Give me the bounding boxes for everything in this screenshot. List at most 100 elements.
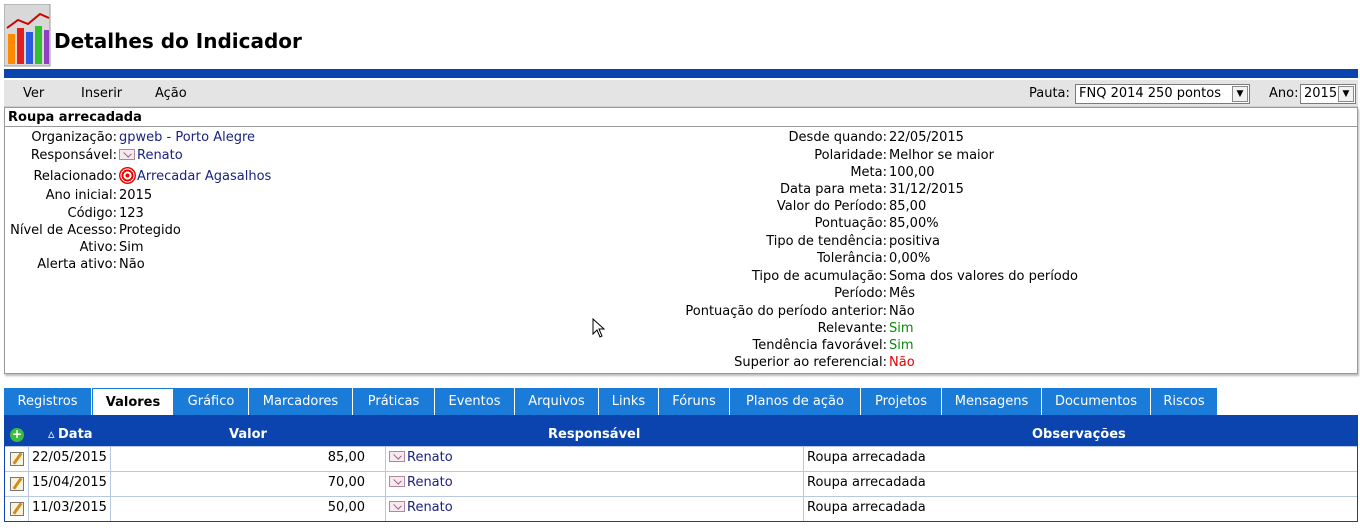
detail-label: Valor do Período:	[776, 199, 887, 214]
detail-value: 123	[119, 206, 144, 221]
detail-row-responsavel: Responsável: Renato	[5, 148, 405, 165]
detail-row-superior-referencial: Superior ao referencial: Não	[605, 355, 1205, 372]
detail-row-pontuacao: Pontuação: 85,00%	[605, 216, 1205, 233]
tab-eventos[interactable]: Eventos	[435, 388, 515, 415]
detail-label: Código:	[67, 206, 117, 221]
detail-label: Relevante:	[817, 321, 887, 336]
detail-label: Superior ao referencial:	[734, 355, 887, 370]
detail-label: Tipo de tendência:	[766, 234, 887, 249]
cell-data: 22/05/2015	[28, 447, 110, 471]
edit-icon[interactable]	[10, 452, 24, 466]
responsible-link[interactable]: Renato	[407, 475, 453, 490]
related-objective-link[interactable]: Arrecadar Agasalhos	[119, 167, 271, 184]
detail-row-nivel-acesso: Nível de Acesso: Protegido	[5, 223, 405, 240]
cell-observacoes: Roupa arrecadada	[803, 447, 1357, 471]
detail-row-tipo-acumulacao: Tipo de acumulação: Soma dos valores do …	[605, 269, 1205, 286]
header-divider	[4, 69, 1358, 78]
responsible-link[interactable]: Renato	[407, 450, 453, 465]
tab-registros[interactable]: Registros	[4, 388, 92, 415]
tab-documentos[interactable]: Documentos	[1042, 388, 1151, 415]
detail-value: Sim	[119, 240, 144, 255]
menu-ver[interactable]: Ver	[23, 86, 44, 101]
detail-row-codigo: Código: 123	[5, 206, 405, 223]
pauta-select[interactable]: FNQ 2014 250 pontos ▼	[1075, 84, 1250, 104]
pauta-label: Pauta:	[1029, 86, 1070, 101]
tab-grafico[interactable]: Gráfico	[174, 388, 249, 415]
tab-mensagens[interactable]: Mensagens	[942, 388, 1042, 415]
detail-row-tendencia-favoravel: Tendência favorável: Sim	[605, 338, 1205, 355]
detail-label: Tolerância:	[817, 251, 887, 266]
user-mail-icon	[119, 149, 135, 160]
column-header-observacoes[interactable]: Observações	[1032, 427, 1126, 442]
detail-row-desde-quando: Desde quando: 22/05/2015	[605, 130, 1205, 147]
detail-value: Melhor se maior	[889, 148, 994, 163]
cell-observacoes: Roupa arrecadada	[803, 497, 1357, 521]
detail-value: Mês	[889, 286, 915, 301]
detail-row-alerta-ativo: Alerta ativo: Não	[5, 257, 405, 274]
detail-row-tolerancia: Tolerância: 0,00%	[605, 251, 1205, 268]
detail-label: Ano inicial:	[45, 188, 117, 203]
column-header-responsavel[interactable]: Responsável	[548, 427, 640, 442]
responsible-link[interactable]: Renato	[407, 500, 453, 515]
responsible-link[interactable]: Renato	[119, 148, 183, 163]
indicator-name: Roupa arrecadada	[5, 108, 1357, 127]
target-icon	[119, 167, 136, 184]
cell-responsavel: Renato	[385, 497, 803, 521]
tab-planos-acao[interactable]: Planos de ação	[730, 388, 861, 415]
table-row: 15/04/2015 70,00 Renato Roupa arrecadada	[5, 471, 1357, 496]
detail-value: Sim	[889, 321, 914, 336]
detail-label: Desde quando:	[788, 130, 887, 145]
detail-row-data-meta: Data para meta: 31/12/2015	[605, 182, 1205, 199]
cell-valor: 85,00	[110, 447, 385, 471]
tab-arquivos[interactable]: Arquivos	[515, 388, 599, 415]
tab-foruns[interactable]: Fóruns	[659, 388, 730, 415]
cell-data: 11/03/2015	[28, 497, 110, 521]
page-header: Detalhes do Indicador	[4, 4, 1356, 70]
detail-label: Ativo:	[79, 240, 117, 255]
user-mail-icon	[389, 476, 405, 487]
detail-row-ano-inicial: Ano inicial: 2015	[5, 188, 405, 205]
detail-row-tipo-tendencia: Tipo de tendência: positiva	[605, 234, 1205, 251]
mouse-cursor-icon	[592, 318, 606, 338]
column-header-data[interactable]: Data	[58, 427, 93, 442]
sort-asc-icon[interactable]: ▵	[48, 427, 55, 442]
tab-marcadores[interactable]: Marcadores	[249, 388, 353, 415]
menu-acao[interactable]: Ação	[155, 86, 187, 101]
indicator-details: Roupa arrecadada Organização: gpweb - Po…	[4, 107, 1358, 374]
detail-label: Nível de Acesso:	[10, 223, 117, 238]
detail-value: 85,00	[889, 199, 927, 214]
organization-link[interactable]: gpweb - Porto Alegre	[119, 130, 255, 145]
detail-row-meta: Meta: 100,00	[605, 165, 1205, 182]
column-header-valor[interactable]: Valor	[229, 427, 267, 442]
tab-valores[interactable]: Valores	[92, 388, 174, 415]
detail-label: Pontuação:	[814, 216, 887, 231]
detail-value: 0,00%	[889, 251, 931, 266]
edit-icon[interactable]	[10, 477, 24, 491]
detail-label: Tendência favorável:	[752, 338, 887, 353]
ano-select[interactable]: 2015 ▼	[1300, 84, 1356, 104]
tab-links[interactable]: Links	[599, 388, 659, 415]
detail-value: Protegido	[119, 223, 181, 238]
menu-inserir[interactable]: Inserir	[81, 86, 122, 101]
edit-icon[interactable]	[10, 502, 24, 516]
detail-value: 31/12/2015	[889, 182, 964, 197]
detail-label: Meta:	[850, 165, 887, 180]
ano-select-value: 2015	[1304, 86, 1338, 101]
detail-value: Sim	[889, 338, 914, 353]
tab-praticas[interactable]: Práticas	[353, 388, 435, 415]
tab-projetos[interactable]: Projetos	[861, 388, 942, 415]
page-title: Detalhes do Indicador	[54, 29, 302, 53]
detail-row-pontuacao-anterior: Pontuação do período anterior: Não	[605, 304, 1205, 321]
detail-value: 100,00	[889, 165, 935, 180]
pauta-select-value: FNQ 2014 250 pontos	[1079, 86, 1221, 101]
cell-responsavel: Renato	[385, 447, 803, 471]
detail-row-periodo: Período: Mês	[605, 286, 1205, 303]
ano-label: Ano:	[1269, 86, 1299, 101]
detail-value: Não	[889, 304, 915, 319]
user-mail-icon	[389, 451, 405, 462]
responsible-name: Renato	[137, 148, 183, 163]
tab-riscos[interactable]: Riscos	[1151, 388, 1218, 415]
add-icon[interactable]: +	[10, 428, 24, 442]
chevron-down-icon: ▼	[1338, 86, 1354, 102]
detail-label: Tipo de acumulação:	[751, 269, 887, 284]
